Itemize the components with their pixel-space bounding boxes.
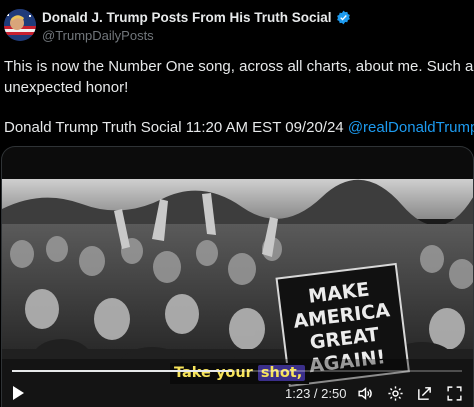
avatar[interactable] bbox=[4, 9, 36, 41]
post-header: Donald J. Trump Posts From His Truth Soc… bbox=[0, 0, 474, 50]
post-text-line: This is now the Number One song, across … bbox=[4, 58, 474, 75]
post-text-line: unexpected honor! bbox=[4, 79, 129, 96]
volume-icon[interactable] bbox=[355, 383, 375, 403]
video-time: 1:23 / 2:50 bbox=[285, 386, 347, 401]
video-controls: 1:23 / 2:50 bbox=[0, 378, 474, 407]
verified-badge-icon bbox=[336, 10, 351, 25]
play-icon[interactable] bbox=[8, 383, 28, 403]
post-text-line: Donald Trump Truth Social 11:20 AM EST 0… bbox=[4, 117, 474, 138]
mention-link[interactable]: @realDonaldTrump bbox=[348, 119, 474, 136]
fullscreen-icon[interactable] bbox=[444, 383, 464, 403]
video-progress-bar[interactable] bbox=[12, 370, 462, 372]
post-source-text: Donald Trump Truth Social 11:20 AM EST 0… bbox=[4, 119, 344, 136]
post-text: This is now the Number One song, across … bbox=[4, 56, 474, 138]
share-icon[interactable] bbox=[414, 383, 434, 403]
author-name[interactable]: Donald J. Trump Posts From His Truth Soc… bbox=[42, 10, 332, 25]
author-name-row[interactable]: Donald J. Trump Posts From His Truth Soc… bbox=[42, 10, 351, 25]
author-handle[interactable]: @TrumpDailyPosts bbox=[42, 28, 154, 43]
video-progress-fill bbox=[12, 370, 232, 372]
gear-icon[interactable] bbox=[385, 383, 405, 403]
